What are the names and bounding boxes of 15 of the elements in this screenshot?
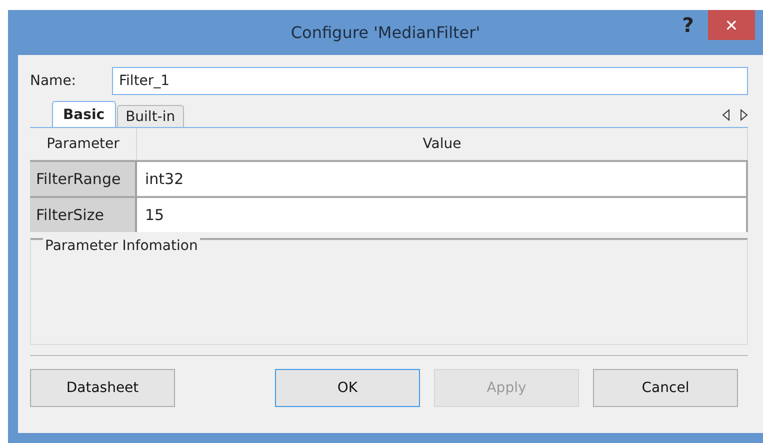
tab[interactable]: Built-in xyxy=(116,105,184,127)
value-cell[interactable]: 15 xyxy=(137,196,748,232)
help-button[interactable]: ? xyxy=(673,10,703,40)
dialog-button[interactable]: OK xyxy=(275,369,420,407)
scroll-arrows-icon[interactable] xyxy=(722,109,748,121)
close-button[interactable]: ✕ xyxy=(708,10,755,40)
dialog-button[interactable]: Datasheet xyxy=(30,369,175,407)
dialog-button[interactable]: Cancel xyxy=(593,369,738,407)
parameter-cell: FilterRange xyxy=(30,160,137,196)
tab[interactable]: Basic xyxy=(52,101,116,127)
name-label: Name: xyxy=(30,73,78,89)
window-title: Configure 'MedianFilter' xyxy=(290,23,480,42)
name-field[interactable]: Filter_1 xyxy=(112,67,748,95)
parameter-cell: FilterSize xyxy=(30,196,137,232)
value-cell[interactable]: int32 xyxy=(137,160,748,196)
